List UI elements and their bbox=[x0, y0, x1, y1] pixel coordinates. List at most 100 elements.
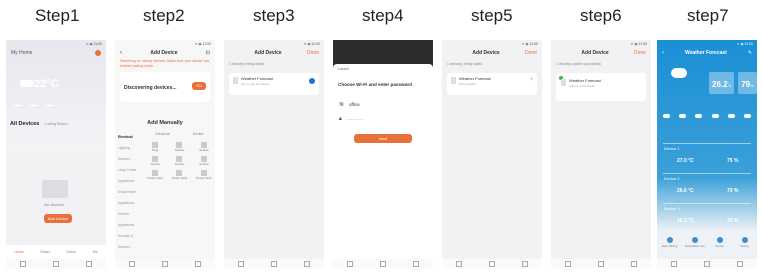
password-field[interactable]: ········· bbox=[347, 117, 365, 122]
device-icon bbox=[451, 77, 456, 84]
main-temperature: 26.2 bbox=[712, 80, 728, 89]
main-temp-box: 26.2°c bbox=[709, 72, 735, 94]
bottom-toolbar: Alarm Setting Temperature Unit Device Se… bbox=[657, 234, 757, 259]
page-title: Add Device bbox=[581, 50, 609, 56]
wifi-sheet: Cancel Choose Wi-Fi and enter password ≋… bbox=[333, 64, 433, 268]
device-item[interactable]: Power Strip bbox=[144, 170, 166, 180]
weather-icon bbox=[671, 68, 687, 78]
device-grid: Plug Socket Socket Socket Socket Socket … bbox=[144, 142, 215, 180]
device-item[interactable]: Power Strip bbox=[193, 170, 215, 180]
page-title: Add Device bbox=[150, 50, 178, 56]
temperature-unit-button[interactable]: Temperature Unit bbox=[684, 237, 706, 248]
status-text: 1 device(s) added successfully bbox=[556, 62, 601, 66]
device-item[interactable]: Socket bbox=[168, 142, 190, 152]
device-item[interactable]: Power Strip bbox=[168, 170, 190, 180]
alarm-setting-button[interactable]: Alarm Setting bbox=[659, 237, 681, 248]
category-item[interactable]: Large Home Appliances bbox=[118, 165, 144, 187]
step-label-2: step2 bbox=[143, 6, 185, 25]
device-item[interactable]: Plug bbox=[144, 142, 166, 152]
phone-step6: ▪▪ ◉ 11:00 Add Device Done 1 device(s) a… bbox=[551, 40, 651, 268]
wifi-ssid[interactable]: office bbox=[349, 102, 360, 107]
discovering-text: Discovering devices... bbox=[124, 85, 177, 91]
add-icon[interactable] bbox=[95, 50, 101, 56]
nav-scene[interactable]: Scene bbox=[66, 250, 76, 254]
forecast-cloud-icon bbox=[727, 114, 735, 118]
sensor-row[interactable]: Device 2 26.6 °C 79 % bbox=[663, 173, 751, 204]
home-title[interactable]: My Home bbox=[11, 50, 32, 56]
sensor-row[interactable]: Device 1 27.0 °C 75 % bbox=[663, 143, 751, 174]
category-item[interactable]: Sensors bbox=[118, 154, 144, 165]
category-item[interactable]: Lighting bbox=[118, 143, 144, 154]
device-item[interactable]: Socket bbox=[144, 156, 166, 166]
add-manually-heading: Add Manually bbox=[147, 120, 183, 126]
back-icon[interactable]: ‹ bbox=[120, 50, 122, 56]
status-text: 1 device(s) being added bbox=[229, 62, 265, 66]
forecast-cloud-icon bbox=[695, 114, 703, 118]
add-device-button[interactable]: Add Device bbox=[44, 214, 72, 223]
add-device-icon[interactable] bbox=[309, 78, 315, 84]
done-button[interactable]: Done bbox=[525, 50, 537, 56]
device-button[interactable]: Device bbox=[709, 237, 731, 248]
lock-icon: 🔒︎ bbox=[339, 116, 342, 122]
sensor-temperature: 27.0 °C bbox=[677, 158, 694, 164]
nav-me[interactable]: Me bbox=[93, 250, 98, 254]
alarm-icon bbox=[666, 237, 673, 243]
device-item[interactable]: Socket bbox=[168, 156, 190, 166]
step-label-6: step6 bbox=[580, 6, 622, 25]
system-nav-bar bbox=[6, 259, 106, 268]
device-subtext: Being Added bbox=[459, 82, 477, 86]
nav-smart[interactable]: Smart bbox=[40, 250, 49, 254]
section-tab-socket[interactable]: Socket bbox=[193, 132, 204, 136]
done-button[interactable]: Done bbox=[307, 50, 319, 56]
status-bar: ▪▪ ◉ 11:00 bbox=[631, 42, 647, 46]
system-nav-bar bbox=[442, 259, 542, 268]
scan-icon[interactable]: ⊡ bbox=[206, 50, 210, 56]
main-humidity: 79 bbox=[741, 80, 751, 89]
done-button[interactable]: Done bbox=[634, 50, 646, 56]
sensor-name: Device 2 bbox=[664, 176, 680, 181]
phone-step5: ▪▪ ◉ 11:00 Add Device Done 1 device(s) b… bbox=[442, 40, 542, 268]
sensor-row[interactable]: Device 3 25.3 °C 75 % bbox=[663, 203, 751, 234]
device-card[interactable]: Weather Forecast Tap to add the device bbox=[229, 73, 319, 95]
category-item[interactable]: Security & Sensors bbox=[118, 231, 144, 253]
category-item[interactable]: Small Home Appliances bbox=[118, 187, 144, 209]
next-button[interactable]: Next bbox=[354, 134, 412, 143]
go-button[interactable]: Go bbox=[192, 82, 206, 90]
cloud-icon bbox=[20, 80, 34, 87]
page-title: Weather Forecast bbox=[684, 50, 727, 56]
thermometer-icon bbox=[691, 237, 698, 243]
loading-icon: + bbox=[529, 77, 533, 83]
category-item[interactable]: Electrical bbox=[118, 132, 144, 143]
tab-all-devices[interactable]: All Devices bbox=[10, 121, 39, 127]
main-humidity-box: 79% bbox=[738, 72, 757, 94]
back-icon[interactable]: ‹ bbox=[662, 50, 664, 56]
setting-button[interactable]: Setting bbox=[734, 237, 756, 248]
status-bar: ▪▪ ◉ 11:00 bbox=[86, 42, 102, 46]
device-icon bbox=[716, 237, 723, 243]
discovering-card: Discovering devices... Go bbox=[120, 72, 210, 102]
forecast-strip bbox=[663, 114, 751, 118]
sensor-name: Device 1 bbox=[664, 146, 680, 151]
phone-step2: ▪▪ ◉ 11:00 ‹ Add Device ⊡ Searching for … bbox=[115, 40, 215, 268]
status-bar: ▪▪ ◉ 11:00 bbox=[737, 42, 753, 46]
wifi-icon: ≋ bbox=[339, 102, 345, 108]
tab-living-room[interactable]: Living Room bbox=[45, 121, 67, 126]
system-nav-bar bbox=[657, 259, 757, 268]
device-card[interactable]: Weather Forecast Added successfully bbox=[556, 73, 646, 101]
device-item[interactable]: Socket bbox=[193, 156, 215, 166]
section-tab-electrical[interactable]: Electrical bbox=[156, 132, 170, 136]
step-label-1: Step1 bbox=[35, 6, 80, 25]
device-item[interactable]: Socket bbox=[193, 142, 215, 152]
forecast-cloud-icon bbox=[679, 114, 687, 118]
page-title: Add Device bbox=[254, 50, 282, 56]
cancel-button[interactable]: Cancel bbox=[333, 64, 433, 74]
edit-icon[interactable]: ✎ bbox=[748, 50, 752, 56]
home-temperature: 22°C bbox=[34, 78, 59, 90]
category-item[interactable]: Kitchen Appliances bbox=[118, 209, 144, 231]
device-card[interactable]: Weather Forecast Being Added + bbox=[447, 73, 537, 95]
nav-home[interactable]: Home bbox=[14, 250, 23, 254]
main-humidity-unit: % bbox=[750, 83, 754, 88]
no-devices-text: No devices bbox=[44, 202, 64, 207]
status-bar: ▪▪ ◉ 11:00 bbox=[195, 42, 211, 46]
device-name: Weather Forecast bbox=[241, 76, 273, 81]
